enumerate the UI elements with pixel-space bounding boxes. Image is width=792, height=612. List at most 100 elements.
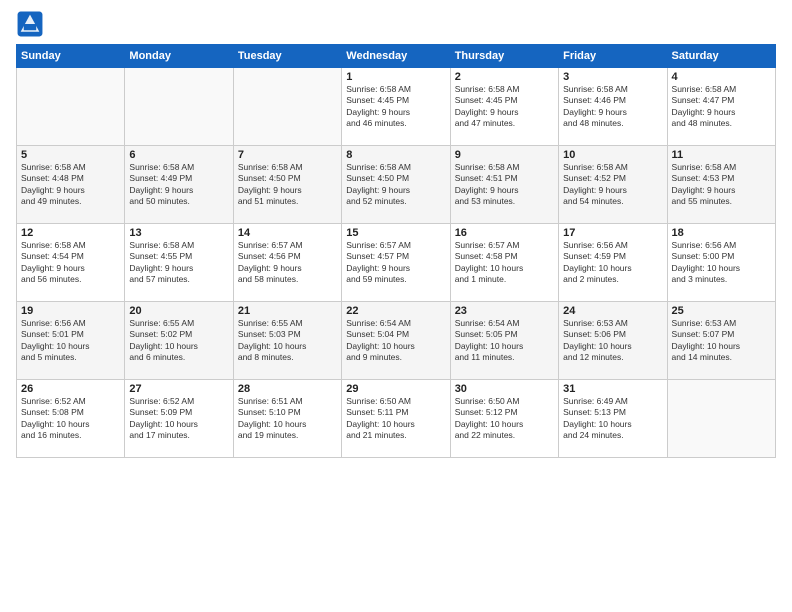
- day-cell-28: 28Sunrise: 6:51 AM Sunset: 5:10 PM Dayli…: [233, 380, 341, 458]
- day-info-17: Sunrise: 6:56 AM Sunset: 4:59 PM Dayligh…: [563, 240, 662, 286]
- day-info-14: Sunrise: 6:57 AM Sunset: 4:56 PM Dayligh…: [238, 240, 337, 286]
- day-cell-18: 18Sunrise: 6:56 AM Sunset: 5:00 PM Dayli…: [667, 224, 775, 302]
- day-number-15: 15: [346, 227, 445, 239]
- day-number-31: 31: [563, 383, 662, 395]
- day-info-6: Sunrise: 6:58 AM Sunset: 4:49 PM Dayligh…: [129, 162, 228, 208]
- week-row-3: 12Sunrise: 6:58 AM Sunset: 4:54 PM Dayli…: [17, 224, 776, 302]
- week-row-4: 19Sunrise: 6:56 AM Sunset: 5:01 PM Dayli…: [17, 302, 776, 380]
- day-number-10: 10: [563, 149, 662, 161]
- day-info-12: Sunrise: 6:58 AM Sunset: 4:54 PM Dayligh…: [21, 240, 120, 286]
- day-cell-13: 13Sunrise: 6:58 AM Sunset: 4:55 PM Dayli…: [125, 224, 233, 302]
- day-number-12: 12: [21, 227, 120, 239]
- weekday-header-sunday: Sunday: [17, 45, 125, 68]
- header: [16, 10, 776, 38]
- day-info-5: Sunrise: 6:58 AM Sunset: 4:48 PM Dayligh…: [21, 162, 120, 208]
- day-info-4: Sunrise: 6:58 AM Sunset: 4:47 PM Dayligh…: [672, 84, 771, 130]
- day-info-8: Sunrise: 6:58 AM Sunset: 4:50 PM Dayligh…: [346, 162, 445, 208]
- day-cell-5: 5Sunrise: 6:58 AM Sunset: 4:48 PM Daylig…: [17, 146, 125, 224]
- day-cell-16: 16Sunrise: 6:57 AM Sunset: 4:58 PM Dayli…: [450, 224, 558, 302]
- day-number-2: 2: [455, 71, 554, 83]
- day-number-1: 1: [346, 71, 445, 83]
- day-number-7: 7: [238, 149, 337, 161]
- day-info-29: Sunrise: 6:50 AM Sunset: 5:11 PM Dayligh…: [346, 396, 445, 442]
- day-info-10: Sunrise: 6:58 AM Sunset: 4:52 PM Dayligh…: [563, 162, 662, 208]
- day-number-3: 3: [563, 71, 662, 83]
- day-number-22: 22: [346, 305, 445, 317]
- day-cell-8: 8Sunrise: 6:58 AM Sunset: 4:50 PM Daylig…: [342, 146, 450, 224]
- day-cell-4: 4Sunrise: 6:58 AM Sunset: 4:47 PM Daylig…: [667, 68, 775, 146]
- weekday-header-friday: Friday: [559, 45, 667, 68]
- day-info-18: Sunrise: 6:56 AM Sunset: 5:00 PM Dayligh…: [672, 240, 771, 286]
- day-info-30: Sunrise: 6:50 AM Sunset: 5:12 PM Dayligh…: [455, 396, 554, 442]
- empty-cell: [125, 68, 233, 146]
- day-number-27: 27: [129, 383, 228, 395]
- day-number-5: 5: [21, 149, 120, 161]
- day-number-9: 9: [455, 149, 554, 161]
- empty-cell: [667, 380, 775, 458]
- day-cell-20: 20Sunrise: 6:55 AM Sunset: 5:02 PM Dayli…: [125, 302, 233, 380]
- empty-cell: [233, 68, 341, 146]
- day-info-11: Sunrise: 6:58 AM Sunset: 4:53 PM Dayligh…: [672, 162, 771, 208]
- day-number-17: 17: [563, 227, 662, 239]
- day-number-11: 11: [672, 149, 771, 161]
- day-cell-10: 10Sunrise: 6:58 AM Sunset: 4:52 PM Dayli…: [559, 146, 667, 224]
- day-number-23: 23: [455, 305, 554, 317]
- page-container: SundayMondayTuesdayWednesdayThursdayFrid…: [0, 0, 792, 468]
- day-cell-27: 27Sunrise: 6:52 AM Sunset: 5:09 PM Dayli…: [125, 380, 233, 458]
- day-info-19: Sunrise: 6:56 AM Sunset: 5:01 PM Dayligh…: [21, 318, 120, 364]
- day-info-22: Sunrise: 6:54 AM Sunset: 5:04 PM Dayligh…: [346, 318, 445, 364]
- day-info-20: Sunrise: 6:55 AM Sunset: 5:02 PM Dayligh…: [129, 318, 228, 364]
- day-cell-19: 19Sunrise: 6:56 AM Sunset: 5:01 PM Dayli…: [17, 302, 125, 380]
- day-number-19: 19: [21, 305, 120, 317]
- day-cell-3: 3Sunrise: 6:58 AM Sunset: 4:46 PM Daylig…: [559, 68, 667, 146]
- day-info-9: Sunrise: 6:58 AM Sunset: 4:51 PM Dayligh…: [455, 162, 554, 208]
- logo: [16, 10, 48, 38]
- day-cell-24: 24Sunrise: 6:53 AM Sunset: 5:06 PM Dayli…: [559, 302, 667, 380]
- day-cell-30: 30Sunrise: 6:50 AM Sunset: 5:12 PM Dayli…: [450, 380, 558, 458]
- day-number-28: 28: [238, 383, 337, 395]
- day-cell-14: 14Sunrise: 6:57 AM Sunset: 4:56 PM Dayli…: [233, 224, 341, 302]
- day-cell-31: 31Sunrise: 6:49 AM Sunset: 5:13 PM Dayli…: [559, 380, 667, 458]
- day-info-28: Sunrise: 6:51 AM Sunset: 5:10 PM Dayligh…: [238, 396, 337, 442]
- day-info-26: Sunrise: 6:52 AM Sunset: 5:08 PM Dayligh…: [21, 396, 120, 442]
- day-number-13: 13: [129, 227, 228, 239]
- day-cell-17: 17Sunrise: 6:56 AM Sunset: 4:59 PM Dayli…: [559, 224, 667, 302]
- day-info-2: Sunrise: 6:58 AM Sunset: 4:45 PM Dayligh…: [455, 84, 554, 130]
- day-info-7: Sunrise: 6:58 AM Sunset: 4:50 PM Dayligh…: [238, 162, 337, 208]
- weekday-header-thursday: Thursday: [450, 45, 558, 68]
- day-info-13: Sunrise: 6:58 AM Sunset: 4:55 PM Dayligh…: [129, 240, 228, 286]
- day-cell-29: 29Sunrise: 6:50 AM Sunset: 5:11 PM Dayli…: [342, 380, 450, 458]
- day-cell-6: 6Sunrise: 6:58 AM Sunset: 4:49 PM Daylig…: [125, 146, 233, 224]
- day-info-1: Sunrise: 6:58 AM Sunset: 4:45 PM Dayligh…: [346, 84, 445, 130]
- logo-icon: [16, 10, 44, 38]
- day-cell-2: 2Sunrise: 6:58 AM Sunset: 4:45 PM Daylig…: [450, 68, 558, 146]
- day-cell-26: 26Sunrise: 6:52 AM Sunset: 5:08 PM Dayli…: [17, 380, 125, 458]
- day-cell-12: 12Sunrise: 6:58 AM Sunset: 4:54 PM Dayli…: [17, 224, 125, 302]
- day-cell-9: 9Sunrise: 6:58 AM Sunset: 4:51 PM Daylig…: [450, 146, 558, 224]
- weekday-header-saturday: Saturday: [667, 45, 775, 68]
- day-number-25: 25: [672, 305, 771, 317]
- weekday-header-wednesday: Wednesday: [342, 45, 450, 68]
- empty-cell: [17, 68, 125, 146]
- day-number-16: 16: [455, 227, 554, 239]
- day-number-6: 6: [129, 149, 228, 161]
- day-info-25: Sunrise: 6:53 AM Sunset: 5:07 PM Dayligh…: [672, 318, 771, 364]
- day-number-4: 4: [672, 71, 771, 83]
- week-row-5: 26Sunrise: 6:52 AM Sunset: 5:08 PM Dayli…: [17, 380, 776, 458]
- day-cell-25: 25Sunrise: 6:53 AM Sunset: 5:07 PM Dayli…: [667, 302, 775, 380]
- calendar-table: SundayMondayTuesdayWednesdayThursdayFrid…: [16, 44, 776, 458]
- weekday-header-row: SundayMondayTuesdayWednesdayThursdayFrid…: [17, 45, 776, 68]
- day-info-15: Sunrise: 6:57 AM Sunset: 4:57 PM Dayligh…: [346, 240, 445, 286]
- day-info-31: Sunrise: 6:49 AM Sunset: 5:13 PM Dayligh…: [563, 396, 662, 442]
- day-number-30: 30: [455, 383, 554, 395]
- week-row-1: 1Sunrise: 6:58 AM Sunset: 4:45 PM Daylig…: [17, 68, 776, 146]
- day-info-27: Sunrise: 6:52 AM Sunset: 5:09 PM Dayligh…: [129, 396, 228, 442]
- day-cell-22: 22Sunrise: 6:54 AM Sunset: 5:04 PM Dayli…: [342, 302, 450, 380]
- weekday-header-tuesday: Tuesday: [233, 45, 341, 68]
- weekday-header-monday: Monday: [125, 45, 233, 68]
- day-info-3: Sunrise: 6:58 AM Sunset: 4:46 PM Dayligh…: [563, 84, 662, 130]
- day-cell-11: 11Sunrise: 6:58 AM Sunset: 4:53 PM Dayli…: [667, 146, 775, 224]
- day-info-21: Sunrise: 6:55 AM Sunset: 5:03 PM Dayligh…: [238, 318, 337, 364]
- day-cell-1: 1Sunrise: 6:58 AM Sunset: 4:45 PM Daylig…: [342, 68, 450, 146]
- day-cell-23: 23Sunrise: 6:54 AM Sunset: 5:05 PM Dayli…: [450, 302, 558, 380]
